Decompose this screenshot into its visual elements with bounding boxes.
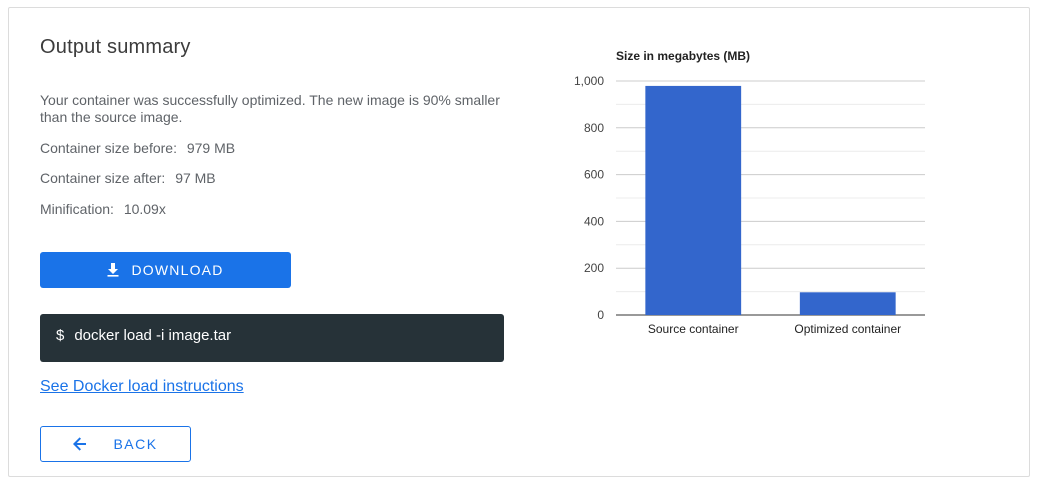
page-title: Output summary [40,36,191,58]
chart-title: Size in megabytes (MB) [616,49,750,63]
bar-source-container [645,85,742,315]
download-icon [107,263,119,277]
minification-value: 10.09x [123,201,166,217]
command-prompt: $ [56,327,65,344]
size-after-label: Container size after: [40,170,166,186]
back-button[interactable]: BACK [40,426,191,462]
size-after-value: 97 MB [175,170,216,186]
bar-optimized-container [799,292,896,315]
x-tick-label: Optimized container [794,322,901,336]
size-before-row: Container size before: 979 MB [40,140,235,156]
y-tick-label: 400 [584,214,604,228]
size-before-label: Container size before: [40,140,177,156]
back-label: BACK [113,436,158,452]
y-tick-label: 200 [584,261,604,275]
docker-load-instructions-link[interactable]: See Docker load instructions [40,378,244,396]
optimization-description: Your container was successfully optimize… [40,92,500,125]
y-tick-label: 1,000 [574,74,604,88]
y-tick-label: 600 [584,168,604,182]
y-tick-label: 0 [597,308,604,322]
minification-label: Minification: [40,201,114,217]
command-box[interactable]: $ docker load -i image.tar [40,314,504,362]
size-bar-chart: Size in megabytes (MB) 0 200 400 600 800 1,000… [574,49,925,336]
size-before-value: 979 MB [186,140,236,156]
command-text[interactable]: docker load -i image.tar [74,327,231,344]
y-tick-label: 800 [584,121,604,135]
size-after-row: Container size after: 97 MB [40,170,216,186]
x-tick-label: Source container [648,322,739,336]
arrow-left-icon [73,437,87,451]
download-button[interactable]: DOWNLOAD [40,252,291,288]
download-label: DOWNLOAD [131,262,224,278]
minification-row: Minification: 10.09x [40,201,166,217]
